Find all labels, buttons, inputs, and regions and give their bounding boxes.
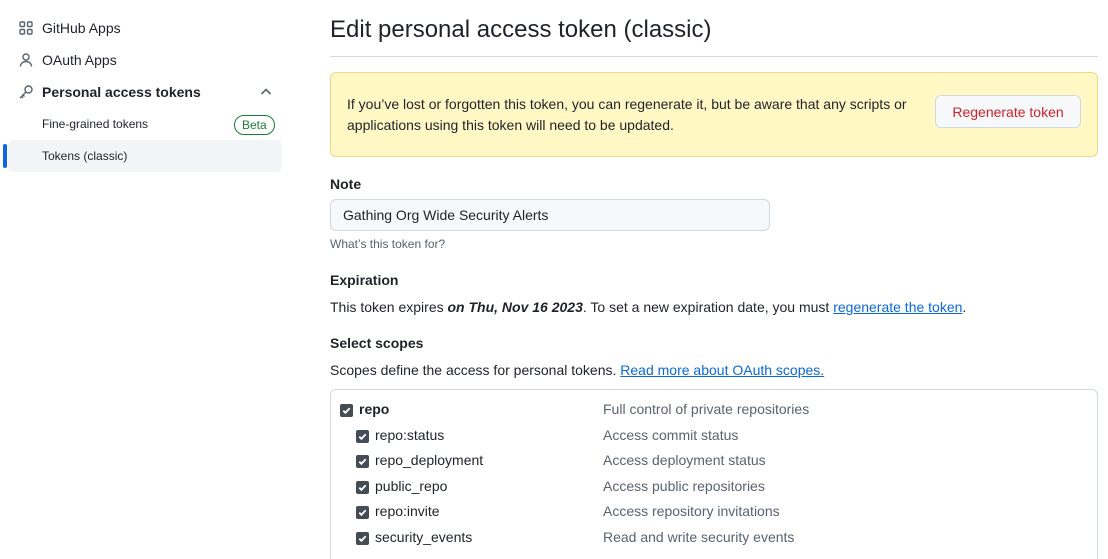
check-icon bbox=[358, 433, 367, 441]
scope-row-repo-status[interactable]: repo:status Access commit status bbox=[331, 425, 1097, 450]
title-divider bbox=[330, 56, 1098, 57]
scope-description: Access commit status bbox=[603, 427, 739, 443]
scope-description: Full control of private repositories bbox=[603, 401, 810, 417]
scope-description: Read and write security events bbox=[603, 529, 795, 545]
regenerate-token-link[interactable]: regenerate the token bbox=[833, 299, 962, 315]
scope-name: repo:invite bbox=[375, 503, 440, 519]
selected-indicator bbox=[3, 144, 7, 168]
apps-grid-icon bbox=[18, 20, 34, 36]
scope-description: Access public repositories bbox=[603, 478, 765, 494]
scope-checkbox[interactable] bbox=[340, 404, 353, 417]
scopes-intro: Scopes define the access for personal to… bbox=[330, 362, 824, 378]
sidebar-item-label: Fine-grained tokens bbox=[42, 117, 149, 131]
chevron-up-icon[interactable] bbox=[258, 84, 274, 100]
check-icon bbox=[342, 407, 351, 415]
scope-row-public-repo[interactable]: public_repo Access public repositories bbox=[331, 476, 1097, 501]
settings-sidebar: GitHub Apps OAuth Apps Personal access t… bbox=[0, 0, 290, 559]
sidebar-item-label: GitHub Apps bbox=[42, 20, 121, 36]
note-hint: What’s this token for? bbox=[330, 237, 446, 251]
warning-flash: If you’ve lost or forgotten this token, … bbox=[330, 72, 1098, 157]
scope-checkbox[interactable] bbox=[356, 532, 369, 545]
oauth-scopes-link[interactable]: Read more about OAuth scopes. bbox=[620, 362, 824, 378]
expiration-date: on Thu, Nov 16 2023 bbox=[447, 299, 583, 315]
note-label: Note bbox=[330, 176, 362, 192]
scope-name: public_repo bbox=[375, 478, 448, 494]
sidebar-item-tokens-classic[interactable]: Tokens (classic) bbox=[8, 140, 282, 172]
beta-badge: Beta bbox=[234, 115, 275, 135]
scope-name: security_events bbox=[375, 529, 473, 545]
scope-row-repo-deployment[interactable]: repo_deployment Access deployment status bbox=[331, 450, 1097, 475]
note-input[interactable] bbox=[330, 199, 770, 231]
scope-row-security-events[interactable]: security_events Read and write security … bbox=[331, 527, 1097, 552]
sidebar-item-personal-access-tokens[interactable]: Personal access tokens bbox=[8, 76, 201, 108]
person-icon bbox=[18, 52, 34, 68]
scope-description: Access deployment status bbox=[603, 452, 766, 468]
scope-name: repo_deployment bbox=[375, 452, 484, 468]
scopes-intro-text: Scopes define the access for personal to… bbox=[330, 362, 621, 378]
sidebar-item-oauth-apps[interactable]: OAuth Apps bbox=[8, 44, 117, 76]
sidebar-item-label: OAuth Apps bbox=[42, 52, 117, 68]
scopes-list: repo Full control of private repositorie… bbox=[330, 389, 1098, 559]
expiration-prefix: This token expires bbox=[330, 299, 448, 315]
scope-description: Access repository invitations bbox=[603, 503, 780, 519]
expiration-suffix: . bbox=[962, 299, 967, 315]
key-icon bbox=[18, 84, 34, 100]
sidebar-item-github-apps[interactable]: GitHub Apps bbox=[8, 12, 121, 44]
scope-checkbox[interactable] bbox=[356, 430, 369, 443]
scope-name: repo:status bbox=[375, 427, 445, 443]
scope-name: repo bbox=[359, 401, 390, 417]
check-icon bbox=[358, 484, 367, 492]
expiration-label: Expiration bbox=[330, 272, 399, 288]
page-title: Edit personal access token (classic) bbox=[330, 16, 712, 43]
scope-row-repo[interactable]: repo Full control of private repositorie… bbox=[331, 399, 1097, 424]
check-icon bbox=[358, 458, 367, 466]
scope-checkbox[interactable] bbox=[356, 506, 369, 519]
expiration-text: This token expires on Thu, Nov 16 2023. … bbox=[330, 299, 966, 315]
expiration-middle: . To set a new expiration date, you must bbox=[582, 299, 834, 315]
check-icon bbox=[358, 535, 367, 543]
sidebar-item-label: Personal access tokens bbox=[42, 84, 201, 100]
flash-message: If you’ve lost or forgotten this token, … bbox=[347, 96, 907, 133]
scope-checkbox[interactable] bbox=[356, 455, 369, 468]
check-icon bbox=[358, 509, 367, 517]
scope-row-repo-invite[interactable]: repo:invite Access repository invitation… bbox=[331, 501, 1097, 526]
sidebar-item-label: Tokens (classic) bbox=[42, 149, 128, 163]
select-scopes-label: Select scopes bbox=[330, 335, 424, 351]
regenerate-token-button[interactable]: Regenerate token bbox=[935, 95, 1081, 128]
scope-checkbox[interactable] bbox=[356, 481, 369, 494]
